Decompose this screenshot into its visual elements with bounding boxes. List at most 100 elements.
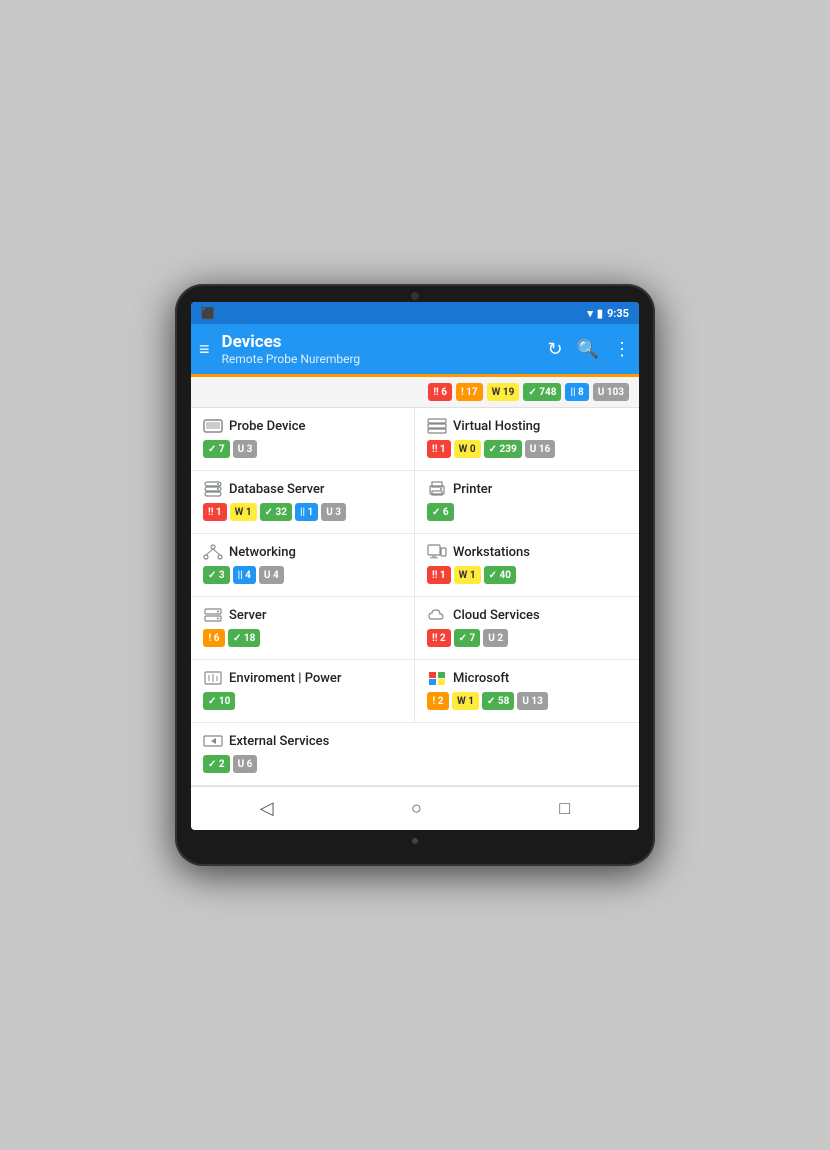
device-card-workstations[interactable]: Workstations !! 1 W 1 ✓ 40 xyxy=(415,534,639,597)
printer-badges: ✓ 6 xyxy=(427,503,627,521)
environment-name: Enviroment | Power xyxy=(229,671,342,686)
device-header-networking: Networking xyxy=(203,544,402,560)
badge: ✓ 2 xyxy=(203,755,230,773)
home-button[interactable]: ○ xyxy=(411,798,422,819)
badge: ✓ 10 xyxy=(203,692,235,710)
device-card-cloud[interactable]: Cloud Services !! 2 ✓ 7 U 2 xyxy=(415,597,639,660)
app-bar: ≡ Devices Remote Probe Nuremberg ↻ 🔍 ⋮ xyxy=(191,324,639,374)
server-icon xyxy=(203,607,223,623)
badge: ✓ 40 xyxy=(484,566,516,584)
summary-badge-ok: ✓ 748 xyxy=(523,383,561,401)
environment-icon xyxy=(203,670,223,686)
search-icon[interactable]: 🔍 xyxy=(577,339,599,360)
more-icon[interactable]: ⋮ xyxy=(613,339,631,360)
badge: !! 1 xyxy=(427,566,451,584)
back-button[interactable]: ◁ xyxy=(260,798,274,819)
recents-button[interactable]: □ xyxy=(559,798,570,819)
external-services-name: External Services xyxy=(229,734,329,749)
badge: ✓ 7 xyxy=(203,440,230,458)
badge: U 2 xyxy=(483,629,508,647)
badge: ✓ 58 xyxy=(482,692,514,710)
badge: U 3 xyxy=(321,503,346,521)
badge: ✓ 239 xyxy=(484,440,522,458)
device-card-virtual[interactable]: Virtual Hosting !! 1 W 0 ✓ 239 U 16 xyxy=(415,408,639,471)
camera-dot xyxy=(411,292,419,300)
printer-name: Printer xyxy=(453,482,492,497)
server-name: Server xyxy=(229,608,266,623)
virtual-hosting-badges: !! 1 W 0 ✓ 239 U 16 xyxy=(427,440,627,458)
cloud-services-name: Cloud Services xyxy=(453,608,540,623)
device-card-printer[interactable]: Printer ✓ 6 xyxy=(415,471,639,534)
bottom-nav: ◁ ○ □ xyxy=(191,786,639,830)
device-header-probe: Probe Device xyxy=(203,418,402,434)
networking-badges: ✓ 3 || 4 U 4 xyxy=(203,566,402,584)
badge: W 1 xyxy=(452,692,479,710)
app-subtitle: Remote Probe Nuremberg xyxy=(222,352,548,366)
cloud-services-badges: !! 2 ✓ 7 U 2 xyxy=(427,629,627,647)
cloud-services-icon xyxy=(427,607,447,623)
microsoft-badges: ! 2 W 1 ✓ 58 U 13 xyxy=(427,692,627,710)
summary-badge-unknown: U 103 xyxy=(593,383,629,401)
status-bar-right: ▾ ▮ 9:35 xyxy=(587,307,629,320)
device-card-networking[interactable]: Networking ✓ 3 || 4 U 4 xyxy=(191,534,415,597)
device-header-workstations: Workstations xyxy=(427,544,627,560)
status-bar-left: ⬛ xyxy=(201,307,215,320)
probe-device-icon xyxy=(203,418,223,434)
app-bar-titles: Devices Remote Probe Nuremberg xyxy=(222,332,548,366)
badge: || 4 xyxy=(233,566,256,584)
device-card-server[interactable]: Server ! 6 ✓ 18 xyxy=(191,597,415,660)
server-badges: ! 6 ✓ 18 xyxy=(203,629,402,647)
badge: ✓ 7 xyxy=(454,629,481,647)
device-header-cloud: Cloud Services xyxy=(427,607,627,623)
app-bar-actions: ↻ 🔍 ⋮ xyxy=(547,339,631,360)
device-header-database: Database Server xyxy=(203,481,402,497)
device-header-virtual: Virtual Hosting xyxy=(427,418,627,434)
database-server-name: Database Server xyxy=(229,482,325,497)
device-card-microsoft[interactable]: Microsoft ! 2 W 1 ✓ 58 U 13 xyxy=(415,660,639,723)
badge: W 1 xyxy=(454,566,481,584)
bottom-speaker xyxy=(412,838,418,844)
menu-icon[interactable]: ≡ xyxy=(199,339,210,360)
time-display: 9:35 xyxy=(607,307,629,320)
microsoft-name: Microsoft xyxy=(453,671,509,686)
badge: ✓ 18 xyxy=(228,629,260,647)
tablet-screen: ⬛ ▾ ▮ 9:35 ≡ Devices Remote Probe Nuremb… xyxy=(191,302,639,830)
badge: !! 2 xyxy=(427,629,451,647)
device-card-environment[interactable]: Enviroment | Power ✓ 10 xyxy=(191,660,415,723)
status-bar: ⬛ ▾ ▮ 9:35 xyxy=(191,302,639,324)
badge: U 3 xyxy=(233,440,258,458)
database-server-badges: !! 1 W 1 ✓ 32 || 1 U 3 xyxy=(203,503,402,521)
summary-badge-warning: ! 17 xyxy=(456,383,483,401)
badge: ! 2 xyxy=(427,692,449,710)
device-card-external[interactable]: External Services ✓ 2 U 6 xyxy=(191,723,639,786)
summary-badge-pause: || 8 xyxy=(565,383,588,401)
printer-icon xyxy=(427,481,447,497)
workstations-badges: !! 1 W 1 ✓ 40 xyxy=(427,566,627,584)
summary-bar: !! 6 ! 17 W 19 ✓ 748 || 8 U 103 xyxy=(191,377,639,408)
virtual-hosting-icon xyxy=(427,418,447,434)
workstations-name: Workstations xyxy=(453,545,530,560)
device-card-database[interactable]: Database Server !! 1 W 1 ✓ 32 || 1 U 3 xyxy=(191,471,415,534)
environment-badges: ✓ 10 xyxy=(203,692,402,710)
badge: ! 6 xyxy=(203,629,225,647)
device-grid: Probe Device ✓ 7 U 3 Virtual Hosting xyxy=(191,408,639,786)
badge: !! 1 xyxy=(203,503,227,521)
probe-device-name: Probe Device xyxy=(229,419,305,434)
networking-name: Networking xyxy=(229,545,296,560)
badge: ✓ 6 xyxy=(427,503,454,521)
summary-badge-error: !! 6 xyxy=(428,383,452,401)
device-header-external: External Services xyxy=(203,733,627,749)
external-services-badges: ✓ 2 U 6 xyxy=(203,755,627,773)
badge: U 16 xyxy=(525,440,556,458)
app-title: Devices xyxy=(222,332,548,352)
badge: !! 1 xyxy=(427,440,451,458)
badge: U 4 xyxy=(259,566,284,584)
device-card-probe[interactable]: Probe Device ✓ 7 U 3 xyxy=(191,408,415,471)
device-header-server: Server xyxy=(203,607,402,623)
device-header-printer: Printer xyxy=(427,481,627,497)
refresh-icon[interactable]: ↻ xyxy=(547,339,562,360)
probe-device-badges: ✓ 7 U 3 xyxy=(203,440,402,458)
badge: ✓ 3 xyxy=(203,566,230,584)
badge: W 0 xyxy=(454,440,481,458)
badge: U 13 xyxy=(517,692,548,710)
